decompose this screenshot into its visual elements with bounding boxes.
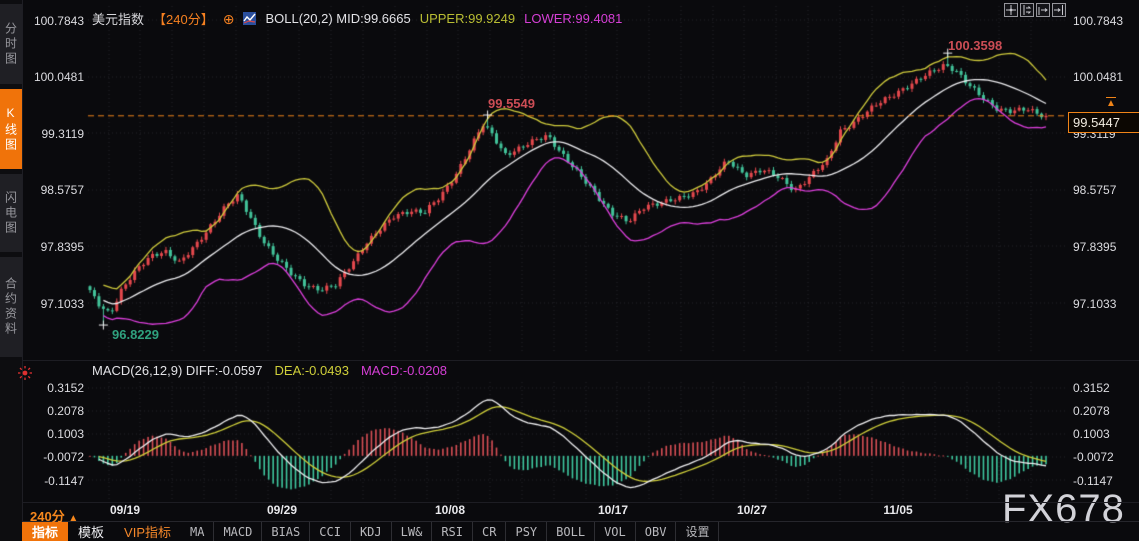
toolbar-item-OBV[interactable]: OBV — [636, 522, 677, 541]
axis-label: 98.5757 — [1073, 183, 1117, 198]
axis-label: 97.1033 — [1073, 296, 1117, 311]
axis-label: -0.0072 — [1073, 450, 1114, 465]
boll-mid-readout: BOLL(20,2) MID:99.6665 — [265, 11, 411, 26]
chart-type-icon[interactable] — [243, 12, 257, 25]
toolbar-item-KDJ[interactable]: KDJ — [351, 522, 392, 541]
date-label: 09/19 — [109, 503, 141, 517]
axis-label: 97.8395 — [40, 239, 84, 254]
symbol-name: 美元指数 — [92, 12, 145, 27]
add-indicator-icon[interactable]: ⊕ — [223, 12, 235, 26]
toolbar-item-BIAS[interactable]: BIAS — [262, 522, 311, 541]
axis-label: 0.2078 — [47, 404, 84, 419]
axis-label: 0.3152 — [1073, 381, 1110, 395]
toolbar-item-RSI[interactable]: RSI — [432, 522, 474, 541]
x-axis-scale-icon[interactable] — [1036, 3, 1050, 17]
toolbar-item-MACD[interactable]: MACD — [214, 522, 263, 541]
toolbar-item-模板[interactable]: 模板 — [68, 522, 114, 541]
sidebar-item-4[interactable]: 合约资料 — [0, 257, 22, 357]
axis-label: 100.7843 — [33, 13, 84, 28]
axis-label: 97.8395 — [1073, 239, 1117, 254]
macd-diff-readout: MACD(26,12,9) DIFF:-0.0597 — [92, 363, 263, 378]
axis-label: 100.0481 — [33, 70, 84, 85]
axis-label: 99.3119 — [41, 126, 85, 141]
watermark: FX678 — [1002, 487, 1125, 531]
toolbar-item-PSY[interactable]: PSY — [506, 522, 548, 541]
date-label: 09/29 — [266, 503, 298, 517]
trading-app-window: 分时图 K线图闪电图合约资料 美元指数 【240分】 ⊕ BOLL(20,2) M… — [0, 0, 1139, 541]
macd-value-readout: MACD:-0.0208 — [360, 363, 447, 378]
sidebar-item-3[interactable]: 闪电图 — [0, 174, 22, 252]
swing-high2-label: 100.3598 — [948, 38, 1003, 53]
macd-dea-readout: DEA:-0.0493 — [274, 363, 349, 378]
date-label: 10/08 — [434, 503, 466, 517]
chart-tools — [1004, 3, 1066, 17]
axis-label: -0.1147 — [1073, 473, 1113, 488]
toolbar-item-CR[interactable]: CR — [473, 522, 507, 541]
boll-lower-readout: LOWER:99.4081 — [524, 11, 623, 26]
toolbar-item-BOLL[interactable]: BOLL — [547, 522, 596, 541]
swing-low-label: 96.8229 — [112, 327, 159, 342]
date-label: 10/17 — [597, 503, 629, 517]
toolbar-item-指标[interactable]: 指标 — [22, 522, 69, 541]
date-label: 11/05 — [883, 503, 913, 517]
sidebar-item-1[interactable]: 分时图 — [0, 4, 22, 84]
axis-label: 0.1003 — [47, 427, 84, 442]
period-tag[interactable]: 【240分】 — [153, 9, 214, 28]
date-label: 10/27 — [736, 503, 768, 517]
toolbar-item-VOL[interactable]: VOL — [595, 522, 636, 541]
axis-label: 0.1003 — [1073, 427, 1110, 442]
axis-label: 98.5757 — [40, 183, 84, 198]
toolbar-item-MA[interactable]: MA — [181, 522, 215, 541]
chart-type-sidebar: 分时图 K线图闪电图合约资料 — [0, 0, 23, 541]
axis-label: -0.1147 — [44, 473, 84, 488]
axis-label: 100.0481 — [1073, 70, 1124, 85]
axis-label: 0.3152 — [47, 381, 84, 395]
y-axis-scale-icon[interactable] — [1020, 3, 1034, 17]
axis-label: 0.2078 — [1073, 404, 1110, 419]
axis-label: 100.7843 — [1073, 13, 1124, 28]
swing-high-label: 99.5549 — [488, 96, 535, 111]
boll-upper-readout: UPPER:99.9249 — [419, 11, 516, 26]
main-chart-canvas[interactable] — [0, 0, 1139, 541]
price-anchor-icon[interactable]: ▲ — [1106, 97, 1116, 109]
toolbar-item-VIP指标[interactable]: VIP指标 — [114, 522, 181, 541]
indicator-toolbar: 指标 模板 VIP指标 MA MACD BIAS CCI KDJ LW& RSI CR PSY BOLL… — [22, 522, 720, 541]
macd-header: MACD(26,12,9) DIFF:-0.0597 DEA:-0.0493 M… — [92, 363, 447, 378]
axis-label: -0.0072 — [43, 450, 84, 465]
toolbar-item-LW&[interactable]: LW& — [392, 522, 433, 541]
axis-label: 97.1033 — [40, 296, 84, 311]
pane-divider — [22, 360, 1139, 361]
scroll-right-icon[interactable] — [1052, 3, 1066, 17]
toolbar-item-CCI[interactable]: CCI — [310, 522, 351, 541]
crosshair-icon[interactable] — [1004, 3, 1018, 17]
chart-header: 美元指数 【240分】 ⊕ BOLL(20,2) MID:99.6665 UPP… — [92, 9, 622, 28]
alert-blinker-icon[interactable] — [17, 365, 33, 381]
toolbar-item-设置[interactable]: 设置 — [676, 522, 720, 541]
current-price-box: 99.5447 — [1068, 112, 1139, 133]
sidebar-item-2[interactable]: K线图 — [0, 89, 22, 169]
